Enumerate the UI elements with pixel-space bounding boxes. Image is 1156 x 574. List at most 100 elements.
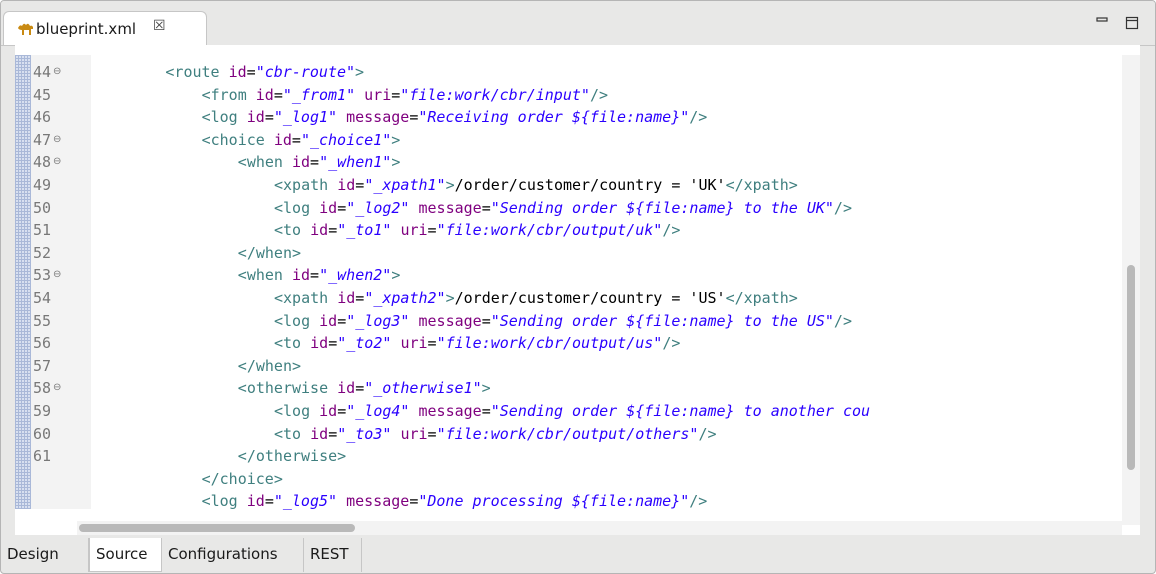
token-tag: > bbox=[391, 153, 401, 172]
vertical-scrollbar[interactable] bbox=[1122, 55, 1140, 525]
code-line[interactable]: 56 <to id="_to2" uri="file:work/cbr/outpu… bbox=[15, 332, 1122, 354]
code-text: <xpath id="_xpath1">/order/customer/coun… bbox=[274, 174, 798, 196]
token-plain: = bbox=[355, 379, 365, 398]
line-number: 46 bbox=[33, 108, 52, 127]
token-plain: = bbox=[246, 63, 256, 81]
code-line[interactable]: 58 ⊖ <otherwise id="_otherwise1"> bbox=[15, 377, 1122, 399]
code-line[interactable]: 45 <from id="_from1" uri="file:work/cbr/i… bbox=[15, 84, 1122, 106]
code-line[interactable]: 51 <to id="_to1" uri="file:work/cbr/outpu… bbox=[15, 219, 1122, 241]
token-val: "_when1" bbox=[319, 153, 392, 172]
tab-source[interactable]: Source bbox=[89, 538, 162, 572]
horizontal-scroll-thumb[interactable] bbox=[79, 524, 355, 532]
code-line[interactable]: 55 <log id="_log3" message="Sending order… bbox=[15, 310, 1122, 332]
close-icon[interactable]: ☒ bbox=[153, 18, 166, 34]
code-line[interactable]: 50 <log id="_log2" message="Sending order… bbox=[15, 197, 1122, 219]
token-tag: </choice> bbox=[201, 469, 283, 488]
token-val: "_log5" bbox=[273, 492, 338, 511]
code-text: <log id="_log2" message="Sending order $… bbox=[274, 197, 852, 219]
line-number: 53 bbox=[33, 266, 52, 285]
token-plain: = bbox=[328, 424, 338, 443]
token-attr: id bbox=[310, 221, 329, 240]
token-val: "Done processing ${file:name}" bbox=[418, 492, 690, 511]
token-attr: message bbox=[346, 492, 410, 511]
token-tag: > bbox=[391, 130, 401, 149]
token-plain: = bbox=[310, 266, 320, 285]
fold-toggle-icon[interactable]: ⊖ bbox=[53, 65, 61, 79]
tab-configurations[interactable]: Configurations bbox=[162, 538, 304, 572]
line-number: 55 bbox=[33, 311, 52, 330]
editor-tab-blueprint[interactable]: blueprint.xml ☒ bbox=[3, 11, 207, 45]
token-tag: /> bbox=[589, 85, 608, 104]
token-tag: <when bbox=[237, 153, 292, 172]
code-line[interactable]: 49 <xpath id="_xpath1">/order/customer/co… bbox=[15, 174, 1122, 196]
token-tag: > bbox=[445, 289, 455, 307]
code-line[interactable]: <log id="_log5" message="Done processing… bbox=[15, 490, 1122, 512]
line-number: 45 bbox=[33, 85, 52, 104]
code-text: <to id="_to3" uri="file:work/cbr/output/… bbox=[274, 423, 717, 445]
line-number: 52 bbox=[33, 243, 52, 262]
code-line[interactable]: 53 ⊖ <when id="_when2"> bbox=[15, 264, 1122, 286]
token-attr: message bbox=[346, 108, 410, 127]
code-line[interactable]: 46 <log id="_log1" message="Receiving ord… bbox=[15, 106, 1122, 128]
fold-toggle-icon[interactable]: ⊖ bbox=[53, 133, 61, 147]
line-number: 51 bbox=[33, 221, 52, 240]
token-val: "_choice1" bbox=[300, 130, 392, 149]
code-text: <to id="_to1" uri="file:work/cbr/output/… bbox=[274, 219, 680, 241]
code-line[interactable]: 57 </when> bbox=[15, 355, 1122, 377]
token-val: "Sending order ${file:name} to the US" bbox=[490, 311, 834, 330]
token-tag: <log bbox=[201, 492, 247, 511]
code-line[interactable]: 52 </when> bbox=[15, 242, 1122, 264]
source-editor[interactable]: 44 ⊖ <route id="cbr-route"> 45 <from id="_fr… bbox=[15, 45, 1140, 535]
token-tag: </otherwise> bbox=[237, 447, 347, 466]
code-line[interactable]: 60 <to id="_to3" uri="file:work/cbr/outpu… bbox=[15, 423, 1122, 445]
token-val: "_when2" bbox=[319, 266, 392, 285]
vertical-scroll-thumb[interactable] bbox=[1127, 265, 1135, 470]
tab-design[interactable]: Design bbox=[1, 538, 89, 572]
code-line[interactable]: 47 ⊖ <choice id="_choice1"> bbox=[15, 129, 1122, 151]
token-val: "file:work/cbr/output/others" bbox=[436, 424, 699, 443]
horizontal-scrollbar[interactable] bbox=[77, 521, 1122, 535]
token-plain: = bbox=[273, 85, 283, 104]
code-line[interactable]: 44 ⊖ <route id="cbr-route"> bbox=[15, 61, 1122, 83]
code-text: <xpath id="_xpath2">/order/customer/coun… bbox=[274, 287, 798, 309]
token-attr: message bbox=[418, 198, 482, 217]
token-tag: > bbox=[391, 266, 401, 285]
fold-toggle-icon[interactable]: ⊖ bbox=[53, 268, 61, 282]
fold-toggle-icon[interactable]: ⊖ bbox=[53, 155, 61, 169]
code-line[interactable]: 61 </otherwise> bbox=[15, 445, 1122, 467]
code-line[interactable]: </choice> bbox=[15, 468, 1122, 490]
code-line[interactable]: 48 ⊖ <when id="_when1"> bbox=[15, 151, 1122, 173]
token-val: "file:work/cbr/output/us" bbox=[436, 334, 663, 353]
minimize-icon[interactable] bbox=[1094, 15, 1110, 31]
token-attr: message bbox=[418, 311, 482, 330]
camel-icon bbox=[18, 23, 33, 35]
code-text: <choice id="_choice1"> bbox=[202, 129, 401, 151]
maximize-icon[interactable] bbox=[1124, 15, 1140, 31]
tab-title: blueprint.xml bbox=[36, 20, 137, 38]
token-plain: = bbox=[337, 402, 347, 420]
token-val: "_xpath1" bbox=[364, 176, 446, 194]
token-tag: <from bbox=[201, 85, 256, 104]
token-tag: <to bbox=[274, 334, 311, 353]
token-plain: = bbox=[391, 85, 401, 104]
token-val: "cbr-route" bbox=[255, 63, 356, 81]
fold-toggle-icon[interactable]: ⊖ bbox=[53, 381, 61, 395]
token-plain: = bbox=[481, 402, 491, 420]
token-plain: = bbox=[427, 334, 437, 353]
token-val: "_log4" bbox=[346, 402, 410, 420]
token-tag: /> bbox=[662, 334, 681, 353]
line-number: 44 bbox=[33, 63, 52, 81]
token-attr: id bbox=[319, 402, 338, 420]
token-val: "_to3" bbox=[337, 424, 392, 443]
token-plain: = bbox=[337, 311, 347, 330]
code-line[interactable]: 54 <xpath id="_xpath2">/order/customer/co… bbox=[15, 287, 1122, 309]
token-val: "_to2" bbox=[337, 334, 392, 353]
line-number: 57 bbox=[33, 356, 52, 375]
token-attr: id bbox=[246, 108, 265, 127]
token-attr: id bbox=[337, 379, 356, 398]
tab-rest[interactable]: REST bbox=[304, 538, 362, 572]
token-attr: uri bbox=[364, 85, 392, 104]
token-attr: id bbox=[273, 130, 292, 149]
code-line[interactable]: 59 <log id="_log4" message="Sending order… bbox=[15, 400, 1122, 422]
